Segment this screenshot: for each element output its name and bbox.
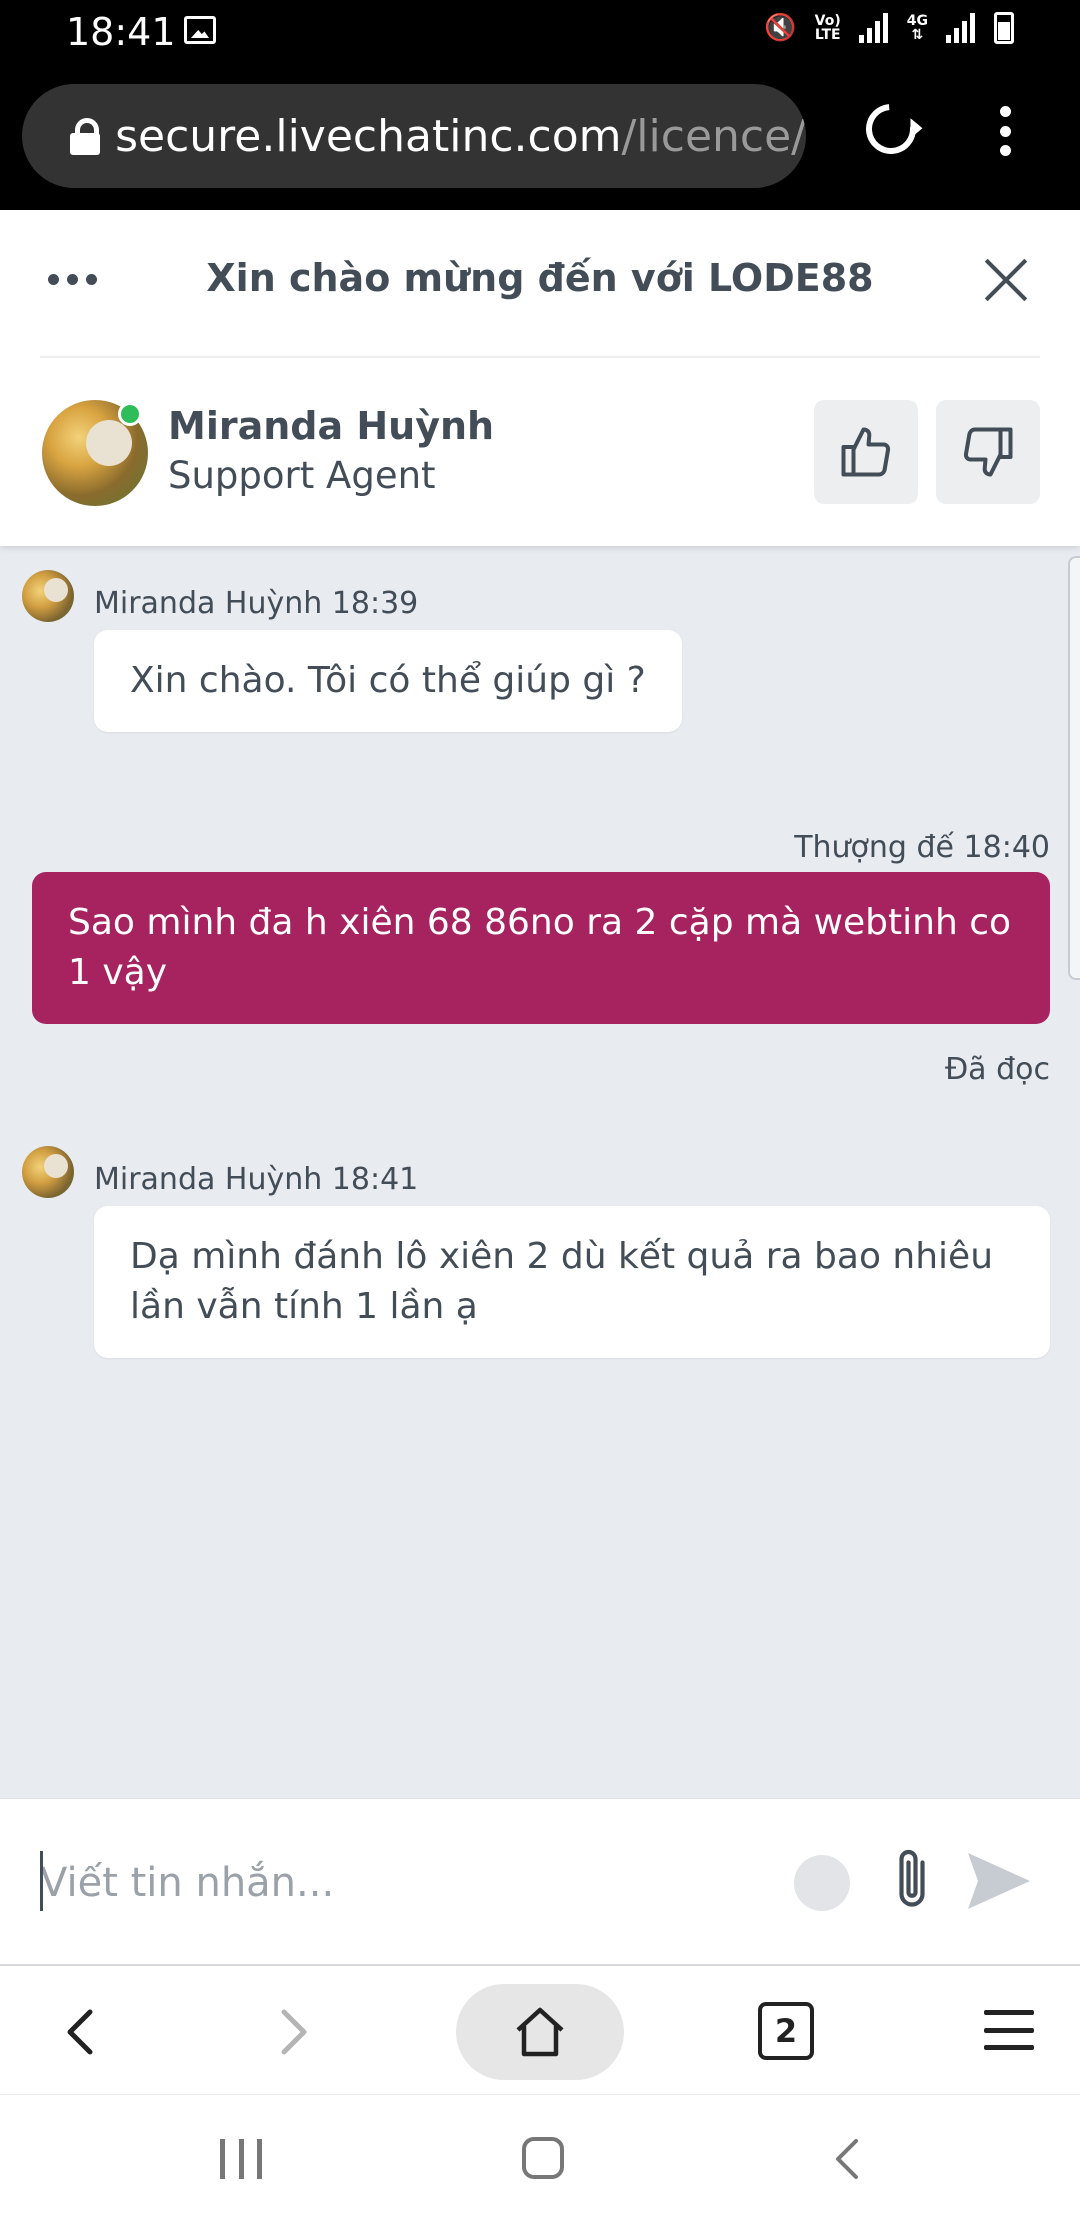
rate-good-button[interactable] <box>814 400 918 504</box>
status-bar: 18:41 🔇 Vo) LTE 4G ⇅ <box>0 0 1080 68</box>
network-type-label: 4G <box>906 13 928 29</box>
message-avatar <box>22 1146 74 1198</box>
paperclip-icon[interactable] <box>890 1845 934 1915</box>
address-bar[interactable]: secure.livechatinc.com/licence/ <box>22 84 806 188</box>
back-icon[interactable] <box>52 2002 112 2062</box>
text-caret <box>40 1851 43 1911</box>
message-list[interactable]: Miranda Huỳnh 18:39 Xin chào. Tôi có thể… <box>0 546 1080 1798</box>
home-icon <box>516 2007 564 2057</box>
status-time: 18:41 <box>66 10 176 54</box>
lock-icon <box>70 118 101 155</box>
battery-icon <box>994 12 1014 44</box>
system-back-icon[interactable] <box>828 2135 868 2183</box>
agent-name: Miranda Huỳnh <box>168 404 495 448</box>
hamburger-menu-icon[interactable] <box>984 2010 1034 2050</box>
message-meta: Miranda Huỳnh 18:41 <box>94 1162 419 1197</box>
home-button[interactable] <box>456 1984 624 2080</box>
volte-icon: Vo) LTE <box>815 14 841 42</box>
data-arrows-icon: ⇅ <box>911 27 924 43</box>
url-text: secure.livechatinc.com/licence/ <box>115 111 806 162</box>
chat-header: Xin chào mừng đến với LODE88 Miranda Huỳ… <box>0 210 1080 546</box>
url-path: /licence/ <box>621 110 806 162</box>
reload-icon[interactable] <box>855 93 927 165</box>
agent-message-bubble: Dạ mình đánh lô xiên 2 dù kết quả ra bao… <box>94 1206 1050 1358</box>
emoji-button[interactable] <box>794 1855 850 1911</box>
volte-label-bottom: LTE <box>814 27 841 43</box>
signal-icon <box>858 13 889 43</box>
read-receipt: Đã đọc <box>944 1052 1050 1087</box>
scrollbar[interactable] <box>1068 556 1080 980</box>
user-message-bubble: Sao mình đa h xiên 68 86no ra 2 cặp mà w… <box>32 872 1050 1024</box>
rate-bad-button[interactable] <box>936 400 1040 504</box>
send-icon[interactable] <box>966 1851 1032 1911</box>
close-icon[interactable] <box>982 256 1030 304</box>
network-type-icon: 4G ⇅ <box>907 14 928 42</box>
recents-icon[interactable] <box>220 2139 262 2179</box>
mute-icon: 🔇 <box>764 13 797 43</box>
chat-title: Xin chào mừng đến với LODE88 <box>206 256 874 300</box>
agent-role: Support Agent <box>168 454 436 497</box>
status-icons: 🔇 Vo) LTE 4G ⇅ <box>764 12 1014 44</box>
message-meta: Thượng đế 18:40 <box>794 830 1050 865</box>
message-meta: Miranda Huỳnh 18:39 <box>94 586 419 621</box>
image-icon <box>184 16 216 44</box>
url-host: secure.livechatinc.com <box>115 110 622 162</box>
message-composer <box>0 1798 1080 1964</box>
signal-icon <box>946 13 976 43</box>
system-nav-bar <box>0 2094 1080 2220</box>
tabs-button[interactable]: 2 <box>758 2002 814 2060</box>
browser-menu-icon[interactable] <box>998 106 1012 156</box>
thumbs-down-icon <box>963 427 1013 477</box>
message-avatar <box>22 570 74 622</box>
online-status-icon <box>118 402 142 426</box>
browser-toolbar: secure.livechatinc.com/licence/ <box>0 68 1080 210</box>
thumbs-up-icon <box>841 427 891 477</box>
header-divider <box>40 356 1040 358</box>
volte-label-top: Vo) <box>814 13 841 29</box>
system-home-icon[interactable] <box>522 2137 564 2179</box>
message-input[interactable] <box>40 1851 740 1915</box>
browser-bottom-nav: 2 <box>0 1964 1080 2094</box>
agent-message-bubble: Xin chào. Tôi có thể giúp gì ? <box>94 630 682 732</box>
forward-icon[interactable] <box>262 2002 322 2062</box>
